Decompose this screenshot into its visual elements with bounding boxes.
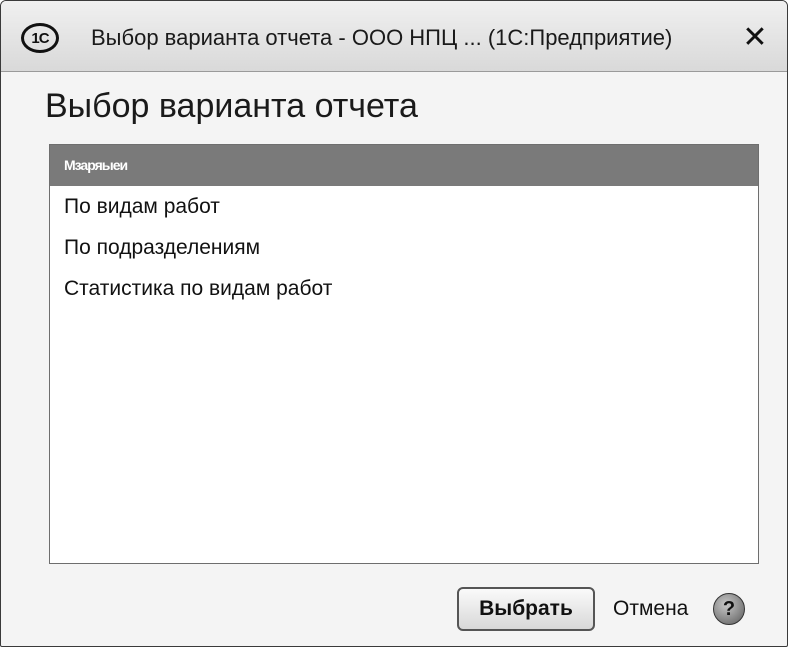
- question-mark-icon[interactable]: ?: [713, 593, 745, 625]
- window-title: Выбор варианта отчета - ООО НПЦ ... (1С:…: [91, 25, 673, 50]
- select-button[interactable]: Выбрать: [457, 587, 595, 631]
- list-item-by-work-types[interactable]: По видам работ: [50, 186, 758, 227]
- page-title: Выбор варианта отчета: [45, 87, 418, 125]
- 1c-logo-icon: 1С: [21, 23, 59, 53]
- list-item-by-departments[interactable]: По подразделениям: [50, 227, 758, 268]
- title-bar[interactable]: 1С Выбор варианта отчета - ООО НПЦ ... (…: [1, 1, 787, 72]
- cancel-button[interactable]: Отмена: [613, 597, 688, 621]
- report-variant-list[interactable]: Мзаряыеи По видам работ По подразделения…: [49, 144, 759, 564]
- report-variant-dialog: 1С Выбор варианта отчета - ООО НПЦ ... (…: [0, 0, 788, 647]
- list-header[interactable]: Мзаряыеи: [50, 145, 758, 186]
- list-item-work-type-statistics[interactable]: Статистика по видам работ: [50, 268, 758, 309]
- close-icon[interactable]: ✕: [739, 21, 771, 54]
